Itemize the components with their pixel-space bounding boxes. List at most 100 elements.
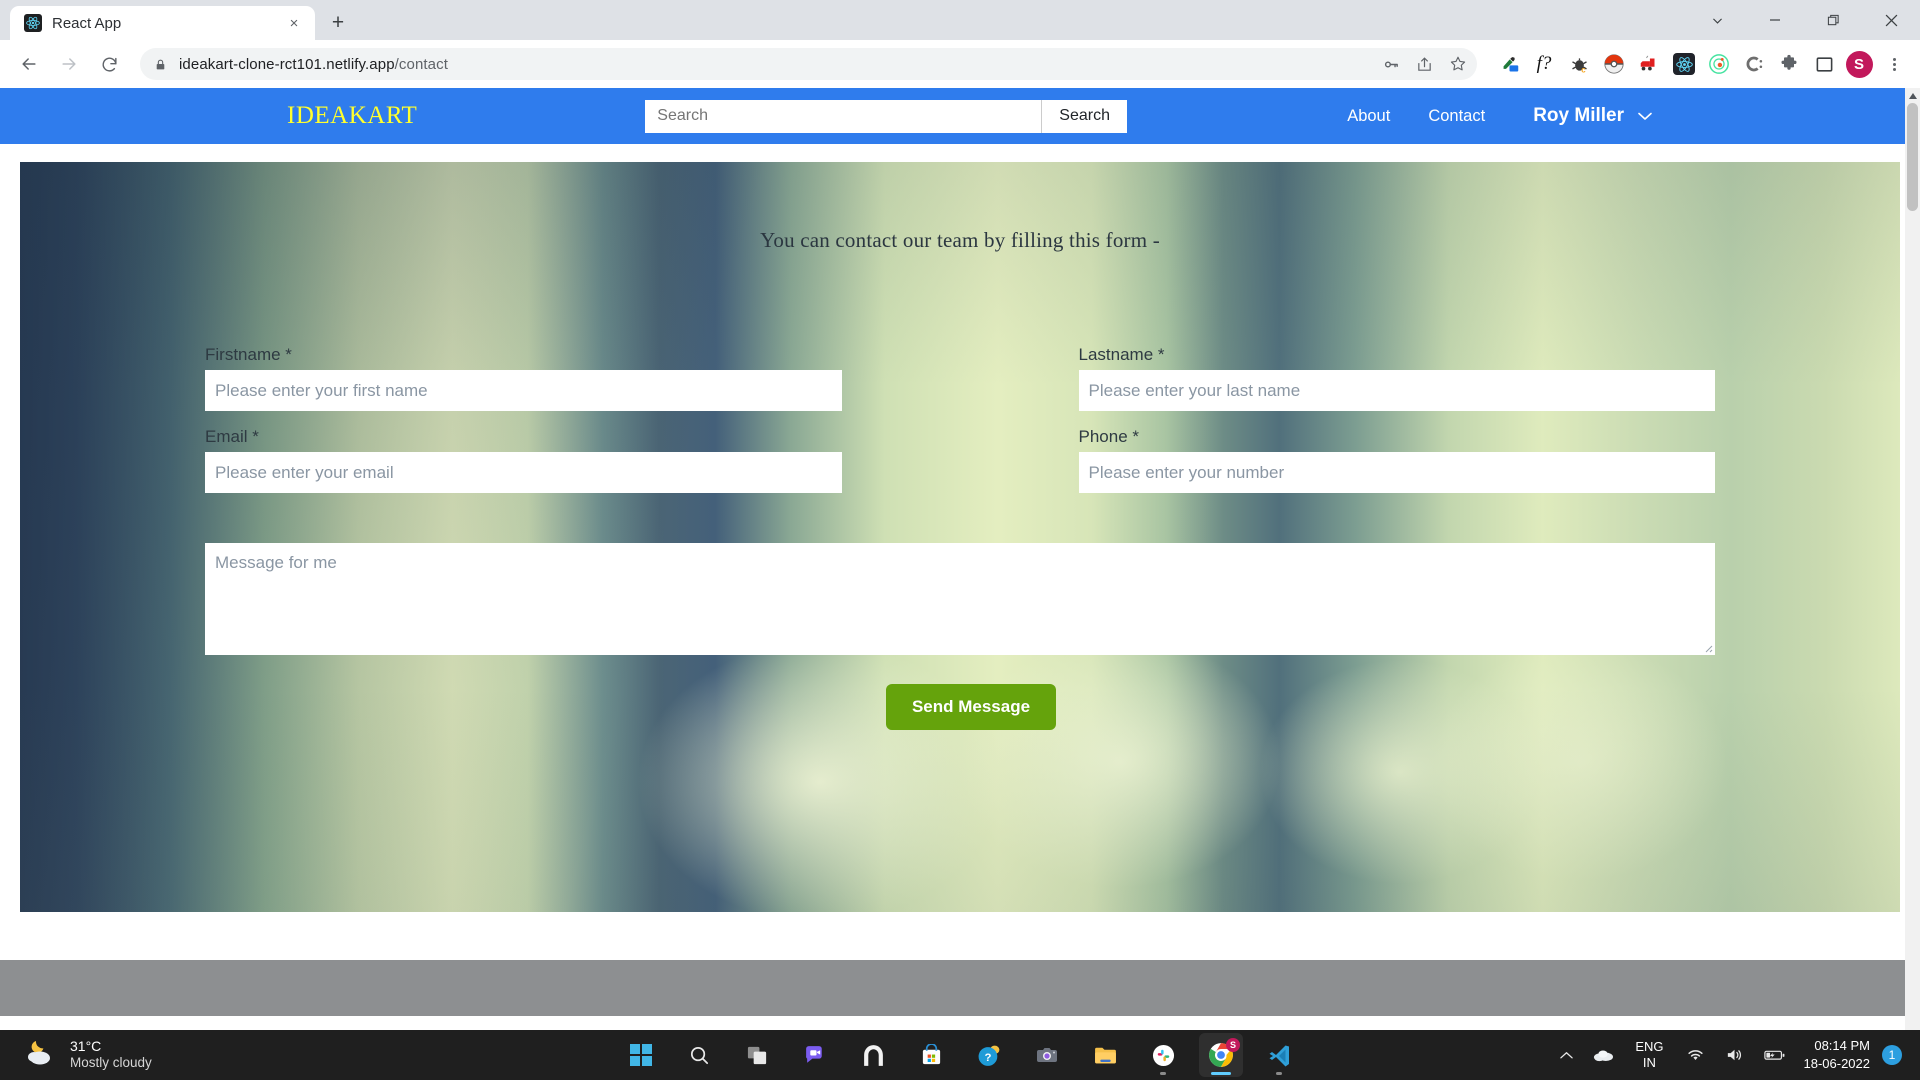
contact-hero: You can contact our team by filling this…: [20, 162, 1900, 912]
site-footer: [0, 960, 1920, 1016]
profile-avatar[interactable]: S: [1845, 50, 1873, 78]
window-controls: [1688, 0, 1920, 40]
chat-teams-icon[interactable]: [793, 1033, 837, 1077]
url-host: ideakart-clone-rct101.netlify.app: [179, 55, 395, 73]
clock-date: 18-06-2022: [1803, 1056, 1871, 1071]
onedrive-icon[interactable]: [1583, 1048, 1623, 1062]
bookmark-star-icon[interactable]: [1449, 55, 1467, 73]
slack-icon[interactable]: [1141, 1033, 1185, 1077]
search-icon[interactable]: [677, 1033, 721, 1077]
speaker-icon[interactable]: [1715, 1047, 1754, 1063]
site-brand[interactable]: IDEAKART: [287, 102, 417, 130]
label-email: Email *: [205, 427, 259, 446]
contact-form-grid: Firstname * Lastname * Email * Phone *: [205, 345, 1715, 509]
minimize-button[interactable]: [1746, 0, 1804, 40]
avatar: S: [1845, 50, 1873, 78]
address-bar-url: ideakart-clone-rct101.netlify.app/contac…: [179, 56, 448, 73]
vs-code-icon[interactable]: [1257, 1033, 1301, 1077]
search-button[interactable]: Search: [1041, 99, 1127, 133]
scrollbar-thumb[interactable]: [1907, 103, 1918, 211]
phone-input[interactable]: [1078, 452, 1715, 493]
wifi-icon[interactable]: [1676, 1047, 1715, 1063]
site-search: Search: [645, 99, 1127, 133]
field-phone: Phone *: [1078, 427, 1715, 493]
site-header: IDEAKART Search About Contact Roy Miller: [0, 88, 1920, 144]
omnibox-actions: [1383, 55, 1467, 73]
tab-close-icon[interactable]: ×: [283, 12, 305, 34]
new-tab-button[interactable]: +: [321, 6, 355, 40]
send-message-button[interactable]: Send Message: [885, 684, 1057, 730]
language-indicator[interactable]: ENG IN: [1623, 1039, 1675, 1070]
svg-text:c: c: [1581, 65, 1586, 74]
tab-strip: React App × +: [0, 0, 1920, 40]
battery-charging-icon[interactable]: [1754, 1048, 1796, 1062]
task-view-icon[interactable]: [735, 1033, 779, 1077]
widgets-icon[interactable]: [851, 1033, 895, 1077]
password-key-icon[interactable]: [1383, 56, 1400, 73]
footer-spacer: [0, 912, 1920, 960]
microsoft-store-icon[interactable]: [909, 1033, 953, 1077]
user-name: Roy Miller: [1533, 105, 1624, 126]
reload-button[interactable]: [92, 47, 126, 81]
puzzle-extensions-icon[interactable]: [1775, 50, 1803, 78]
browser-toolbar: ideakart-clone-rct101.netlify.app/contac…: [0, 40, 1920, 88]
site-nav: About Contact Roy Miller: [1347, 105, 1652, 127]
url-path: /contact: [394, 55, 448, 73]
forward-button[interactable]: [52, 47, 86, 81]
back-button[interactable]: [12, 47, 46, 81]
react-devtools-icon[interactable]: [1670, 50, 1698, 78]
clock-time: 08:14 PM: [1814, 1038, 1870, 1054]
green-atom-icon[interactable]: [1705, 50, 1733, 78]
tab-search-button[interactable]: [1688, 0, 1746, 40]
email-input[interactable]: [205, 452, 842, 493]
search-input[interactable]: [645, 99, 1042, 133]
sidepanel-icon[interactable]: [1810, 50, 1838, 78]
react-logo-icon: [24, 14, 42, 32]
google-chrome-icon[interactable]: S: [1199, 1033, 1243, 1077]
close-window-button[interactable]: [1862, 0, 1920, 40]
file-explorer-icon[interactable]: [1083, 1033, 1127, 1077]
tab-title: React App: [52, 14, 122, 32]
weather-temperature: 31°C: [70, 1037, 102, 1054]
nav-link-about[interactable]: About: [1347, 107, 1390, 126]
maximize-button[interactable]: [1804, 0, 1862, 40]
page-scrollbar[interactable]: [1905, 88, 1920, 1030]
notification-badge[interactable]: 1: [1882, 1045, 1902, 1065]
message-field: [205, 543, 1715, 655]
extensions-bar: f? c S: [1485, 50, 1908, 78]
fx-function-icon[interactable]: f?: [1530, 50, 1558, 78]
camera-icon[interactable]: [1025, 1033, 1069, 1077]
taskbar-apps: ? S: [619, 1033, 1301, 1077]
address-bar[interactable]: ideakart-clone-rct101.netlify.app/contac…: [140, 48, 1477, 80]
help-tips-icon[interactable]: ?: [967, 1033, 1011, 1077]
message-textarea[interactable]: [205, 543, 1715, 655]
three-dot-menu-icon[interactable]: [1880, 50, 1908, 78]
browser-tab[interactable]: React App ×: [10, 6, 315, 40]
nav-link-contact[interactable]: Contact: [1428, 107, 1485, 126]
page-viewport: IDEAKART Search About Contact Roy Miller…: [0, 88, 1920, 1030]
red-train-icon[interactable]: [1635, 50, 1663, 78]
pokeball-icon[interactable]: [1600, 50, 1628, 78]
submit-row: Send Message: [20, 684, 1900, 730]
browser-window: React App × + ideakart-clone-rct101.netl…: [0, 0, 1920, 1030]
eyedropper-icon[interactable]: [1495, 50, 1523, 78]
language-top: ENG: [1635, 1039, 1664, 1055]
page-title: You can contact our team by filling this…: [760, 228, 1160, 252]
field-email: Email *: [205, 427, 842, 493]
chevron-down-icon: [1638, 108, 1652, 125]
moon-cloud-icon: [24, 1038, 58, 1073]
scroll-up-arrow[interactable]: [1905, 88, 1920, 103]
tray-expand-chevron-icon[interactable]: [1550, 1051, 1583, 1060]
lock-icon: [154, 58, 167, 71]
user-menu[interactable]: Roy Miller: [1533, 105, 1652, 127]
share-icon[interactable]: [1416, 56, 1433, 73]
bug-console-icon[interactable]: c: [1565, 50, 1593, 78]
firstname-input[interactable]: [205, 370, 842, 411]
c-colon-icon[interactable]: [1740, 50, 1768, 78]
clock-widget[interactable]: 08:14 PM 18-06-2022: [1796, 1037, 1883, 1072]
weather-widget[interactable]: 31°C Mostly cloudy: [24, 1038, 152, 1073]
chrome-profile-badge: S: [1226, 1038, 1240, 1052]
start-windows-icon[interactable]: [619, 1033, 663, 1077]
label-lastname: Lastname *: [1078, 345, 1165, 364]
lastname-input[interactable]: [1078, 370, 1715, 411]
